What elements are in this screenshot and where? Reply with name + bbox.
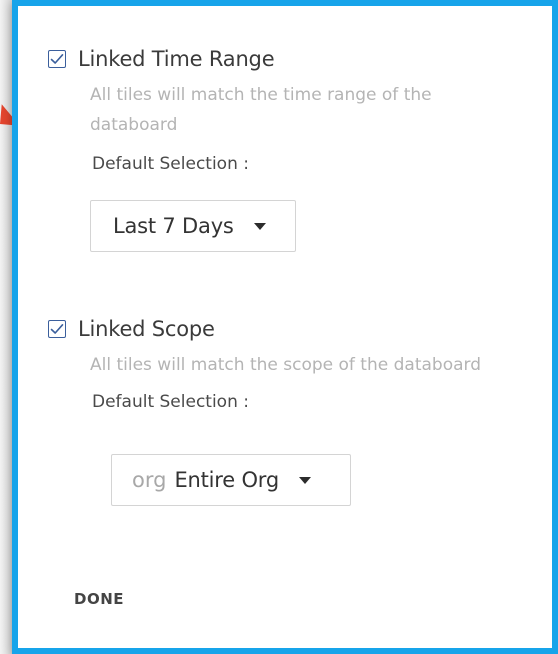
done-button[interactable]: DONE	[74, 590, 124, 608]
linked-time-range-checkbox[interactable]	[48, 50, 66, 68]
time-range-select-value: Last 7 Days	[113, 214, 234, 238]
settings-popover-stage: Linked Time Range All tiles will match t…	[0, 0, 558, 654]
linked-scope-option: Linked Scope All tiles will match the sc…	[48, 314, 550, 412]
caret-down-icon	[299, 476, 311, 484]
time-range-select[interactable]: Last 7 Days	[90, 200, 296, 252]
checkmark-icon	[50, 324, 64, 334]
linked-scope-checkbox[interactable]	[48, 320, 66, 338]
checkmark-icon	[50, 54, 64, 64]
caret-down-icon	[253, 222, 266, 230]
scope-select-prefix: org	[132, 468, 167, 492]
databoard-link-settings-panel: Linked Time Range All tiles will match t…	[12, 0, 558, 654]
linked-scope-row: Linked Scope	[48, 314, 550, 344]
linked-time-range-row: Linked Time Range	[48, 44, 490, 74]
scope-default-selection-label: Default Selection :	[92, 392, 249, 412]
linked-scope-label: Linked Scope	[78, 317, 215, 341]
scope-select[interactable]: org Entire Org	[111, 454, 351, 506]
scope-select-value: Entire Org	[174, 468, 279, 492]
linked-scope-description: All tiles will match the scope of the da…	[90, 355, 481, 375]
time-range-default-selection-label: Default Selection :	[92, 154, 249, 174]
linked-time-range-description: All tiles will match the time range of t…	[90, 85, 432, 135]
linked-time-range-option: Linked Time Range All tiles will match t…	[48, 44, 490, 174]
linked-time-range-label: Linked Time Range	[78, 47, 275, 71]
